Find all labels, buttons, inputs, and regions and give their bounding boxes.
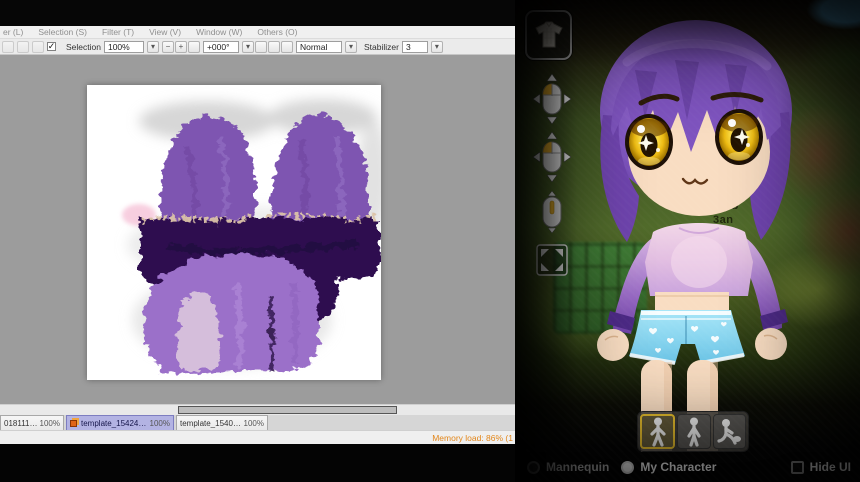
tab-label: template_1540072... xyxy=(180,419,242,428)
my-character-label[interactable]: My Character xyxy=(640,460,716,474)
rotate-dropdown-button[interactable]: ▾ xyxy=(242,41,254,53)
tab-zoom: 100% xyxy=(244,419,264,428)
toolbar-button[interactable] xyxy=(17,41,29,53)
pose-button-stand[interactable] xyxy=(640,414,675,449)
pose-sit-icon xyxy=(716,416,742,448)
pose-idle-icon xyxy=(682,416,706,448)
paint-editor-window: er (L) Selection (S) Filter (T) View (V)… xyxy=(0,0,515,482)
equip-slot[interactable] xyxy=(525,10,572,60)
screen: er (L) Selection (S) Filter (T) View (V)… xyxy=(0,0,860,482)
pose-stand-icon xyxy=(646,416,670,448)
rotate-ccw-button[interactable] xyxy=(255,41,267,53)
tab-label: template_1542431... xyxy=(81,419,148,428)
my-character-radio[interactable] xyxy=(621,461,634,474)
rotation-value-field[interactable]: +000° xyxy=(203,41,239,53)
zoom-reset-button[interactable] xyxy=(188,41,200,53)
menu-selection[interactable]: Selection (S) xyxy=(38,27,87,37)
tab-zoom: 100% xyxy=(150,419,170,428)
hide-ui-checkbox[interactable] xyxy=(791,461,804,474)
scrollbar-thumb[interactable] xyxy=(178,406,397,414)
mannequin-radio[interactable] xyxy=(527,461,540,474)
menu-view[interactable]: View (V) xyxy=(149,27,181,37)
zoom-in-button[interactable]: + xyxy=(175,41,187,53)
pose-selector xyxy=(637,411,749,452)
mannequin-label[interactable]: Mannequin xyxy=(546,460,609,474)
fur-texture-art xyxy=(87,85,381,380)
zoom-value-field[interactable]: 100% xyxy=(104,41,144,53)
menu-window[interactable]: Window (W) xyxy=(196,27,242,37)
blend-mode-select[interactable]: Normal xyxy=(296,41,342,53)
editor-menubar: er (L) Selection (S) Filter (T) View (V)… xyxy=(0,26,515,39)
drawing-canvas[interactable] xyxy=(87,85,381,380)
expand-view-icon[interactable] xyxy=(534,242,570,278)
menu-others[interactable]: Others (O) xyxy=(257,27,297,37)
menu-layer[interactable]: er (L) xyxy=(3,27,23,37)
rotate-cw-button[interactable] xyxy=(268,41,280,53)
preview-footer: Mannequin My Character Hide UI xyxy=(515,452,860,482)
stabilizer-label: Stabilizer xyxy=(364,42,399,52)
canvas-tab[interactable]: 0181117_001344... 100% xyxy=(0,415,64,430)
canvas-tab[interactable]: template_1540072... 100% xyxy=(176,415,268,430)
canvas-workspace xyxy=(0,55,515,404)
pose-button-sit[interactable] xyxy=(713,414,746,449)
stabilizer-dropdown-button[interactable]: ▾ xyxy=(431,41,443,53)
horizontal-scrollbar[interactable] xyxy=(0,404,515,415)
shirt-icon xyxy=(532,20,566,50)
tab-label: 0181117_001344... xyxy=(4,419,38,428)
selection-checkbox-label[interactable]: Selection xyxy=(66,42,101,52)
editor-bottom-filler xyxy=(0,444,515,482)
selection-checkbox[interactable]: ✓ xyxy=(47,42,56,51)
layers-icon xyxy=(70,420,77,427)
mouse-rotate-icon[interactable] xyxy=(533,74,571,124)
canvas-tabbar: 0181117_001344... 100% template_1542431.… xyxy=(0,415,515,430)
toolbar-button[interactable] xyxy=(2,41,14,53)
editor-statusbar: Memory load: 86% (1 xyxy=(0,430,515,444)
game-preview-window: 3Clb 3an xyxy=(515,0,860,482)
camera-controls xyxy=(531,74,573,278)
canvas-tab-active[interactable]: template_1542431... 100% xyxy=(66,415,174,430)
menu-filter[interactable]: Filter (T) xyxy=(102,27,134,37)
toolbar-button[interactable] xyxy=(32,41,44,53)
editor-titlebar xyxy=(0,0,515,26)
zoom-out-button[interactable]: − xyxy=(162,41,174,53)
memory-load-status: Memory load: 86% (1 xyxy=(432,433,513,443)
pose-button-idle[interactable] xyxy=(677,414,710,449)
tab-zoom: 100% xyxy=(40,419,60,428)
blend-mode-dropdown-button[interactable]: ▾ xyxy=(345,41,357,53)
rotate-reset-button[interactable] xyxy=(281,41,293,53)
mouse-pan-icon[interactable] xyxy=(533,132,571,182)
mouse-wheel-zoom-icon[interactable] xyxy=(533,190,571,234)
zoom-dropdown-button[interactable]: ▾ xyxy=(147,41,159,53)
editor-toolbar: ✓ Selection 100% ▾ − + +000° ▾ Normal ▾ … xyxy=(0,39,515,55)
hide-ui-label[interactable]: Hide UI xyxy=(810,460,851,474)
stabilizer-value-field[interactable]: 3 xyxy=(402,41,428,53)
